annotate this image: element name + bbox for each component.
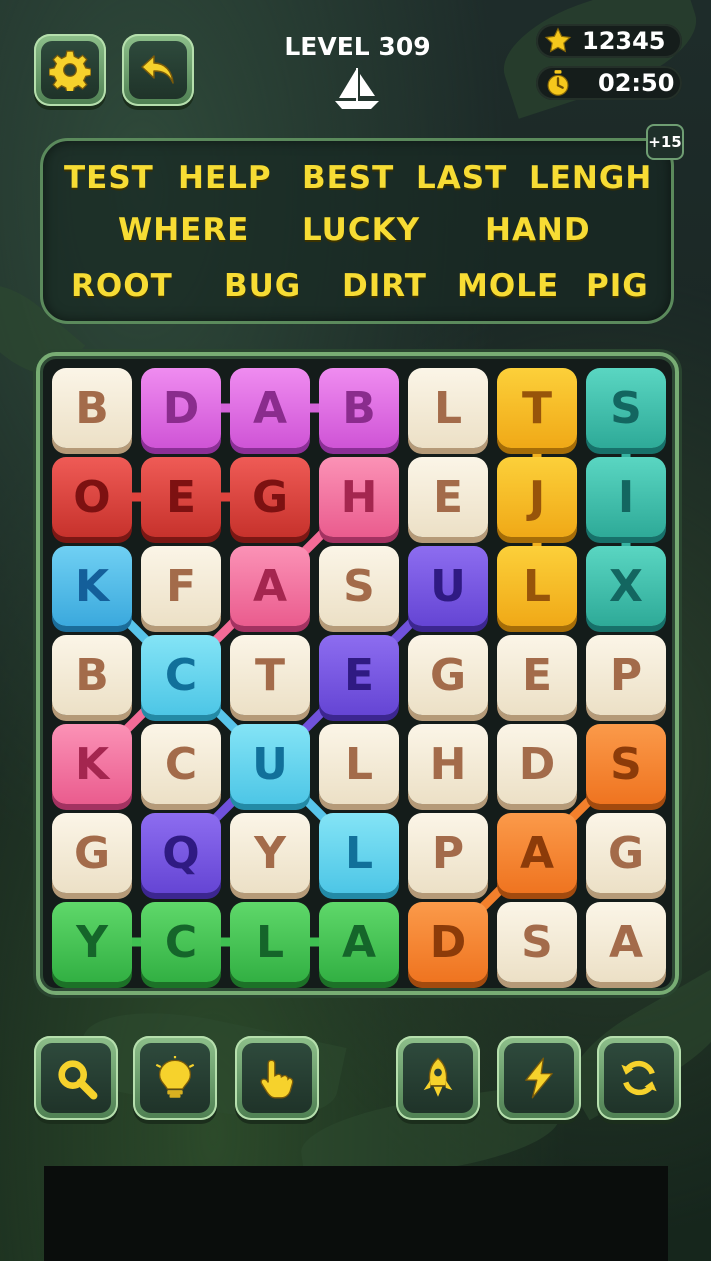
letter-tile[interactable]: B	[52, 635, 132, 715]
letter-tile[interactable]: G	[408, 635, 488, 715]
letter-tile[interactable]: Q	[141, 813, 221, 893]
letter-tile[interactable]: U	[408, 546, 488, 626]
letter-tile[interactable]: Y	[230, 813, 310, 893]
letter-tile[interactable]: D	[497, 724, 577, 804]
lightning-icon	[525, 1057, 553, 1099]
lightning-booster-button[interactable]	[497, 1036, 581, 1120]
letter-tile[interactable]: P	[408, 813, 488, 893]
ad-banner-area	[44, 1166, 668, 1261]
tool-button-face	[242, 1043, 312, 1113]
letter-tile[interactable]: I	[586, 457, 666, 537]
tool-button-face	[504, 1043, 574, 1113]
letter-tile[interactable]: G	[586, 813, 666, 893]
tool-button-face	[140, 1043, 210, 1113]
letter-tile[interactable]: L	[319, 724, 399, 804]
letter-tile[interactable]: S	[586, 724, 666, 804]
letter-tile[interactable]: L	[230, 902, 310, 982]
letter-tile[interactable]: E	[141, 457, 221, 537]
tool-button-face	[403, 1043, 473, 1113]
letter-tile[interactable]: D	[141, 368, 221, 448]
letter-tile[interactable]: A	[497, 813, 577, 893]
letter-tile[interactable]: S	[497, 902, 577, 982]
letter-tile[interactable]: O	[52, 457, 132, 537]
letter-tile[interactable]: E	[408, 457, 488, 537]
letter-tile[interactable]: K	[52, 724, 132, 804]
tool-button-face	[604, 1043, 674, 1113]
rocket-booster-button[interactable]	[396, 1036, 480, 1120]
letter-tile[interactable]: K	[52, 546, 132, 626]
letter-tile[interactable]: S	[586, 368, 666, 448]
letter-tile[interactable]: A	[319, 902, 399, 982]
letter-tile[interactable]: F	[141, 546, 221, 626]
letter-tile[interactable]: A	[586, 902, 666, 982]
lightbulb-hint-button[interactable]	[133, 1036, 217, 1120]
letter-tile[interactable]: C	[141, 635, 221, 715]
letter-tile[interactable]: C	[141, 902, 221, 982]
letter-tile[interactable]: J	[497, 457, 577, 537]
tool-button-face	[41, 1043, 111, 1113]
letter-tile[interactable]: G	[52, 813, 132, 893]
pointing-hand-icon	[260, 1059, 294, 1099]
letter-tile[interactable]: E	[497, 635, 577, 715]
letter-tile[interactable]: L	[319, 813, 399, 893]
letter-tile[interactable]: T	[230, 635, 310, 715]
letter-tile[interactable]: B	[52, 368, 132, 448]
lightbulb-icon	[155, 1056, 195, 1098]
letter-tile[interactable]: D	[408, 902, 488, 982]
letter-tile[interactable]: X	[586, 546, 666, 626]
search-hint-button[interactable]	[34, 1036, 118, 1120]
magnifier-icon	[58, 1060, 98, 1100]
letter-tile[interactable]: Y	[52, 902, 132, 982]
letter-tile[interactable]: S	[319, 546, 399, 626]
letter-tile[interactable]: P	[586, 635, 666, 715]
letter-tile[interactable]: L	[497, 546, 577, 626]
letter-tile[interactable]: A	[230, 546, 310, 626]
refresh-icon	[621, 1060, 657, 1096]
rocket-icon	[423, 1057, 453, 1097]
shuffle-button[interactable]	[597, 1036, 681, 1120]
letter-tile[interactable]: E	[319, 635, 399, 715]
letter-tile[interactable]: H	[408, 724, 488, 804]
letter-tile[interactable]: B	[319, 368, 399, 448]
tap-hint-button[interactable]	[235, 1036, 319, 1120]
letter-tile[interactable]: G	[230, 457, 310, 537]
letter-tile[interactable]: C	[141, 724, 221, 804]
letter-tile[interactable]: T	[497, 368, 577, 448]
letter-tile[interactable]: A	[230, 368, 310, 448]
letter-tile[interactable]: L	[408, 368, 488, 448]
letter-tile[interactable]: H	[319, 457, 399, 537]
letter-tile[interactable]: U	[230, 724, 310, 804]
